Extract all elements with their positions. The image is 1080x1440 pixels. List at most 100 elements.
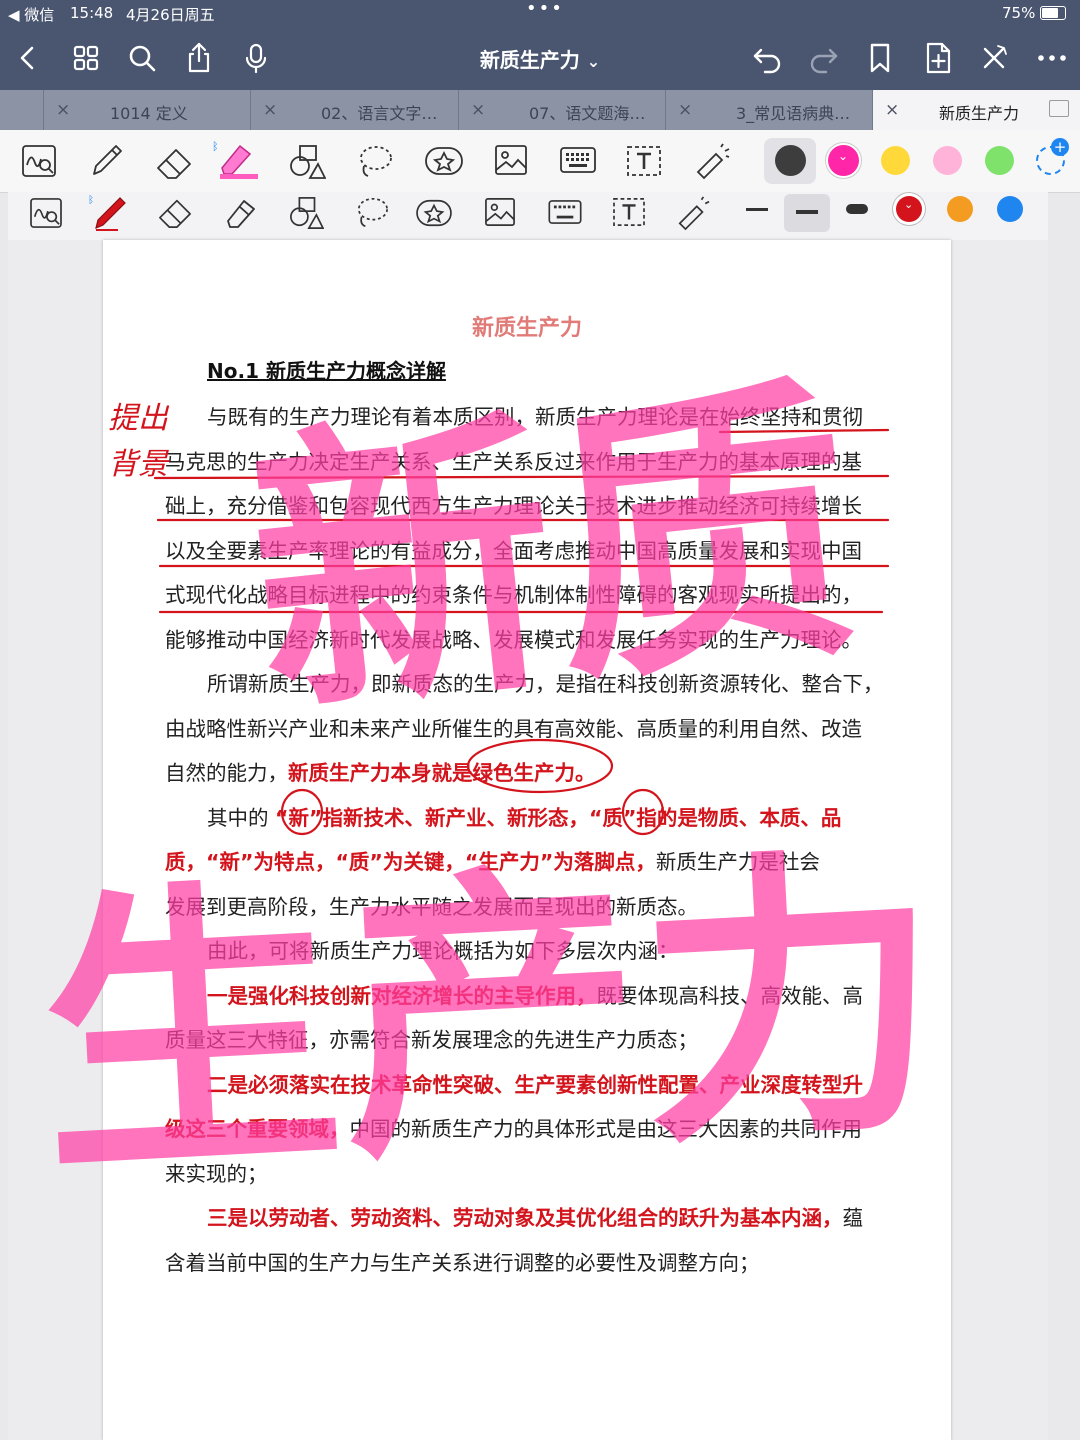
tab-label: 02、语言文字… — [321, 104, 438, 123]
zoom-writing-icon[interactable] — [30, 198, 62, 228]
color-swatch-red[interactable]: ⌄ — [896, 196, 922, 222]
chevron-down-icon: ⌄ — [586, 52, 601, 71]
redo-icon[interactable] — [806, 40, 842, 76]
shapes-tool-icon[interactable] — [288, 196, 324, 230]
pen-tool-icon[interactable] — [88, 142, 124, 180]
pen-toolbar-secondary: ᛒ ⌄ — [8, 192, 1048, 241]
share-icon[interactable] — [181, 40, 217, 76]
tab-close-icon[interactable]: × — [885, 100, 899, 120]
document-title: 新质生产力 ⌄ — [0, 44, 1080, 73]
add-color-button[interactable]: + — [1036, 138, 1069, 175]
color-swatch-light-pink[interactable] — [933, 146, 962, 175]
emphasis-text: 新质生产力本身就是绿色生产力。 — [288, 761, 596, 785]
document-page[interactable]: 新质生产力 No.1 新质生产力概念详解 与既有的生产力理论有着本质区别，新质生… — [103, 240, 951, 1440]
keyboard-tool-icon[interactable] — [548, 200, 582, 224]
tab-label: 07、语文题海… — [529, 104, 646, 123]
body-text: 来实现的； — [165, 1161, 268, 1186]
text-line: 三是以劳动者、劳动资料、劳动对象及其优化组合的跃升为基本内涵，蕴 — [207, 1201, 863, 1231]
color-swatch-yellow[interactable] — [881, 146, 910, 175]
lasso-tool-icon[interactable] — [356, 144, 394, 180]
eraser-tool-icon[interactable] — [154, 144, 194, 180]
text-line: 一是强化科技创新对经济增长的主导作用，既要体现高科技、高效能、高 — [207, 979, 863, 1009]
text-line: 质，“新”为特点，“质”为关键，“生产力”为落脚点，新质生产力是社会 — [165, 845, 820, 875]
document-title-button[interactable]: 新质生产力 ⌄ — [480, 48, 600, 72]
emphasis-text: 质，“新”为特点，“质”为关键，“生产力”为落脚点， — [165, 850, 656, 874]
nav-bar: 新质生产力 ⌄ — [0, 26, 1080, 90]
document-title-text: 新质生产力 — [479, 48, 580, 72]
grid-view-icon[interactable] — [68, 40, 104, 76]
lasso-tool-icon[interactable] — [354, 196, 390, 230]
text-line: 以及全要素生产率理论的有益成分，全面考虑推动中国高质量发展和实现中国 — [165, 534, 862, 564]
undo-icon[interactable] — [749, 40, 785, 76]
search-icon[interactable] — [124, 40, 160, 76]
multitask-dots-icon[interactable]: ••• — [526, 0, 564, 19]
bookmark-icon[interactable] — [862, 40, 898, 76]
emphasis-text: “新”指新技术、新产业、新形态，“质”指的是物质、本质、品 — [275, 805, 842, 830]
body-text: 马克思的生产力决定生产关系、生产关系反过来作用于生产力的基本原理的基 — [165, 449, 862, 474]
microphone-icon[interactable] — [238, 40, 274, 76]
tab-grammar[interactable]: × 3_常见语病典… — [665, 90, 872, 130]
chevron-down-icon: ⌄ — [838, 149, 849, 163]
sticker-tool-icon[interactable] — [424, 144, 464, 178]
back-to-app-link[interactable]: ◀ 微信 — [8, 4, 54, 25]
section-heading: No.1 新质生产力概念详解 — [207, 359, 446, 383]
stroke-width-thin[interactable] — [746, 208, 768, 211]
back-icon[interactable] — [10, 40, 46, 76]
tab-language[interactable]: × 02、语言文字… — [250, 90, 458, 130]
text-tool-icon[interactable] — [626, 145, 662, 177]
image-tool-icon[interactable] — [484, 197, 516, 227]
text-line: 由此，可将新质生产力理论概括为如下多层次内涵： — [207, 934, 679, 964]
chevron-down-icon: ⌄ — [904, 198, 914, 211]
laser-pointer-icon[interactable] — [676, 195, 710, 231]
tab-label: 1014 定义 — [110, 104, 188, 123]
text-line: 发展到更高阶段，生产力水平随之发展而呈现出的新质态。 — [165, 890, 698, 920]
eraser-tool-icon[interactable] — [156, 195, 194, 229]
laser-pointer-icon[interactable] — [694, 142, 730, 180]
plus-icon: + — [1051, 138, 1069, 156]
body-text: 其中的 — [207, 805, 276, 830]
tab-close-icon[interactable]: × — [678, 100, 692, 120]
stroke-width-medium-selected[interactable] — [784, 194, 830, 232]
more-icon[interactable] — [1034, 40, 1070, 76]
body-text: 新质生产力是社会 — [655, 850, 820, 874]
shapes-tool-icon[interactable] — [288, 144, 326, 180]
body-text: 蕴 — [842, 1206, 864, 1230]
image-tool-icon[interactable] — [494, 144, 528, 176]
text-line: 马克思的生产力决定生产关系、生产关系反过来作用于生产力的基本原理的基 — [165, 445, 862, 475]
body-text: 由此，可将新质生产力理论概括为如下多层次内涵： — [207, 939, 679, 963]
pen-toolbar-primary: ᛒ ⌄ + — [0, 130, 1080, 193]
highlighter-tool-icon[interactable]: ᛒ — [212, 140, 260, 182]
keyboard-tool-icon[interactable] — [560, 147, 596, 173]
tab-close-icon[interactable]: × — [263, 100, 277, 120]
svg-text:ᛒ: ᛒ — [88, 195, 94, 206]
color-swatch-blue[interactable] — [997, 196, 1023, 222]
tab-close-icon[interactable]: × — [56, 100, 70, 120]
highlighter-tool-icon[interactable] — [222, 195, 260, 231]
body-text: 既要体现高科技、高效能、高 — [596, 983, 864, 1008]
color-swatch-dark-gray[interactable] — [775, 145, 806, 176]
text-line: 含着当前中国的生产力与生产关系进行调整的必要性及调整方向； — [165, 1246, 760, 1276]
tab-close-icon[interactable]: × — [471, 100, 485, 120]
sticker-tool-icon[interactable] — [414, 197, 454, 229]
body-text: 发展到更高阶段，生产力水平随之发展而呈现出的新质态。 — [165, 894, 698, 919]
close-pen-icon[interactable] — [976, 40, 1012, 76]
color-swatch-orange[interactable] — [947, 196, 973, 222]
red-pen-tool-icon[interactable]: ᛒ — [88, 194, 132, 232]
emphasis-text: 三是以劳动者、劳动资料、劳动对象及其优化组合的跃升为基本内涵， — [207, 1206, 843, 1230]
text-tool-icon[interactable] — [612, 197, 646, 227]
add-page-icon[interactable] — [920, 40, 956, 76]
tab-new-productivity[interactable]: × 新质生产力 — [872, 90, 1080, 130]
status-date: 4月26日周五 — [126, 6, 215, 24]
split-view-icon[interactable] — [1049, 100, 1069, 117]
tab-question-bank[interactable]: × 07、语文题海… — [458, 90, 665, 130]
stroke-width-thick[interactable] — [846, 204, 868, 214]
color-swatch-green[interactable] — [985, 146, 1014, 175]
body-text: 能够推动中国经济新时代发展战略、发展模式和发展任务实现的生产力理论。 — [165, 627, 862, 652]
color-swatch-pink[interactable]: ⌄ — [828, 145, 859, 176]
text-line: 础上，充分借鉴和包容现代西方生产力理论关于技术进步推动经济可持续增长 — [165, 489, 862, 519]
zoom-writing-icon[interactable] — [22, 145, 56, 177]
body-text: 中国的新质生产力的具体形式是由这三大因素的共同作用 — [349, 1117, 863, 1141]
tab-1014-definition[interactable]: × 1014 定义 — [43, 90, 250, 130]
body-text: 由战略性新兴产业和未来产业所催生的具有高效能、高质量的利用自然、改造 — [165, 716, 862, 741]
text-line: 级这三个重要领域，中国的新质生产力的具体形式是由这三大因素的共同作用 — [165, 1112, 862, 1142]
